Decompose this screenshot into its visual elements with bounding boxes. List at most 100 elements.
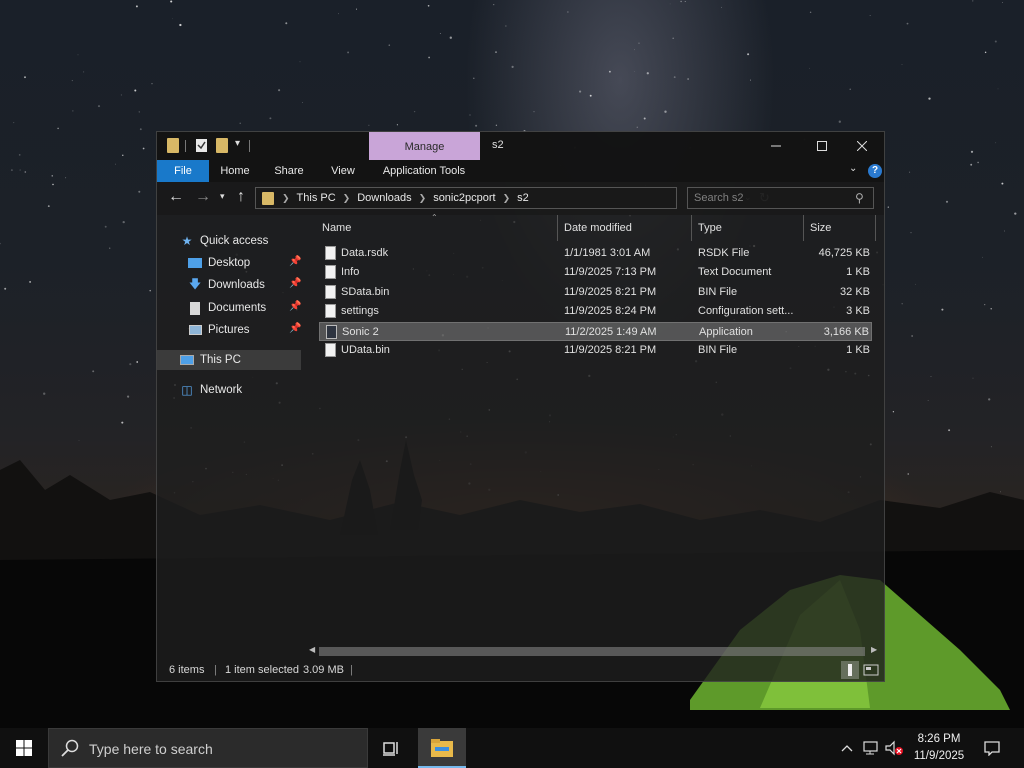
file-row-selected[interactable]: Sonic 2 11/2/2025 1:49 AM Application 3,… bbox=[319, 322, 872, 341]
file-icon bbox=[325, 343, 336, 357]
column-divider[interactable] bbox=[875, 215, 876, 241]
breadcrumb-this-pc[interactable]: This PC bbox=[297, 192, 336, 204]
column-divider[interactable] bbox=[557, 215, 558, 241]
file-row[interactable]: Data.rsdk 1/1/1981 3:01 AM RSDK File 46,… bbox=[319, 244, 872, 263]
up-arrow-icon[interactable]: ↑ bbox=[237, 188, 245, 206]
task-view-button[interactable] bbox=[370, 728, 414, 768]
pictures-icon bbox=[187, 323, 203, 337]
close-icon bbox=[857, 141, 867, 151]
minimize-button[interactable] bbox=[753, 132, 799, 160]
star bbox=[47, 205, 50, 208]
details-view-button[interactable] bbox=[841, 661, 859, 679]
star bbox=[24, 76, 26, 79]
large-icons-view-icon bbox=[863, 664, 879, 676]
system-clock[interactable]: 8:26 PM 11/9/2025 bbox=[906, 731, 972, 765]
search-box[interactable]: ⚲ bbox=[687, 187, 874, 209]
customize-qat-icon[interactable]: ▾ bbox=[235, 138, 240, 149]
start-button[interactable] bbox=[0, 728, 48, 768]
notifications-icon bbox=[984, 741, 1000, 756]
star bbox=[910, 231, 912, 234]
file-row[interactable]: settings 11/9/2025 8:24 PM Configuration… bbox=[319, 302, 872, 321]
taskbar-search-box[interactable]: Type here to search bbox=[48, 728, 368, 768]
file-row[interactable]: UData.bin 11/9/2025 8:21 PM BIN File 1 K… bbox=[319, 341, 872, 360]
scroll-left-icon[interactable]: ◀ bbox=[309, 645, 315, 654]
star bbox=[892, 411, 895, 413]
qat-separator bbox=[249, 140, 250, 152]
scrollbar-thumb[interactable] bbox=[319, 647, 865, 656]
star bbox=[589, 94, 592, 97]
volume-button[interactable] bbox=[883, 728, 905, 768]
column-header-size[interactable]: Size bbox=[805, 215, 875, 241]
horizontal-scrollbar[interactable]: ◀ ▶ bbox=[307, 644, 882, 658]
star bbox=[29, 280, 32, 283]
back-arrow-icon[interactable]: ← bbox=[168, 188, 184, 206]
tab-application-tools[interactable]: Application Tools bbox=[371, 160, 477, 182]
star bbox=[151, 83, 153, 85]
star bbox=[687, 78, 689, 80]
expand-ribbon-icon[interactable]: ⌄ bbox=[849, 163, 857, 174]
nav-item-desktop[interactable]: Desktop 📌 bbox=[157, 253, 301, 273]
nav-network[interactable]: ◫ Network bbox=[157, 380, 301, 400]
nav-item-documents[interactable]: Documents 📌 bbox=[157, 298, 301, 318]
scroll-right-icon[interactable]: ▶ bbox=[871, 645, 877, 654]
star bbox=[838, 120, 841, 123]
network-status-button[interactable] bbox=[860, 728, 882, 768]
star bbox=[92, 370, 95, 373]
star bbox=[138, 111, 141, 113]
tab-home[interactable]: Home bbox=[215, 160, 255, 182]
action-center-button[interactable] bbox=[978, 728, 1006, 768]
file-list: ⌃ Name Date modified Type Size Data.rsdk… bbox=[317, 213, 882, 645]
star bbox=[135, 5, 138, 8]
nav-quick-access[interactable]: ★ Quick access bbox=[157, 231, 301, 251]
star bbox=[129, 363, 132, 366]
tab-view[interactable]: View bbox=[323, 160, 363, 182]
properties-icon[interactable] bbox=[195, 138, 208, 156]
address-bar[interactable]: ❯ This PC ❯ Downloads ❯ sonic2pcport ❯ s… bbox=[255, 187, 770, 209]
clock-date: 11/9/2025 bbox=[913, 750, 965, 762]
status-bar: 6 items | 1 item selected 3.09 MB | bbox=[157, 660, 884, 681]
star bbox=[278, 89, 281, 92]
show-hidden-icons-button[interactable] bbox=[836, 728, 858, 768]
file-row[interactable]: Info 11/9/2025 7:13 PM Text Document 1 K… bbox=[319, 263, 872, 282]
star bbox=[970, 150, 974, 153]
new-folder-icon[interactable] bbox=[216, 138, 228, 153]
window-title: s2 bbox=[492, 139, 504, 151]
breadcrumb-s2[interactable]: s2 bbox=[517, 192, 529, 204]
nav-item-downloads[interactable]: 🡇 Downloads 📌 bbox=[157, 275, 302, 295]
forward-arrow-icon[interactable]: → bbox=[195, 188, 211, 206]
recent-locations-icon[interactable]: ▾ bbox=[220, 191, 225, 202]
close-button[interactable] bbox=[839, 132, 885, 160]
nav-item-pictures[interactable]: Pictures 📌 bbox=[157, 320, 301, 340]
large-icons-view-button[interactable] bbox=[862, 661, 880, 679]
file-type: Configuration sett... bbox=[698, 305, 794, 317]
nav-label: This PC bbox=[200, 354, 241, 366]
star bbox=[172, 18, 174, 20]
column-header-name[interactable]: Name bbox=[317, 215, 557, 241]
star bbox=[413, 110, 416, 113]
column-divider[interactable] bbox=[803, 215, 804, 241]
file-date: 11/2/2025 1:49 AM bbox=[565, 326, 657, 338]
file-icon bbox=[325, 285, 336, 299]
star bbox=[134, 89, 137, 92]
column-header-date-modified[interactable]: Date modified bbox=[559, 215, 691, 241]
nav-this-pc[interactable]: This PC bbox=[157, 350, 301, 370]
column-divider[interactable] bbox=[691, 215, 692, 241]
breadcrumb-downloads[interactable]: Downloads bbox=[357, 192, 411, 204]
star bbox=[57, 127, 59, 130]
tab-share[interactable]: Share bbox=[269, 160, 309, 182]
column-header-type[interactable]: Type bbox=[693, 215, 803, 241]
search-icon[interactable]: ⚲ bbox=[855, 191, 864, 205]
search-input[interactable] bbox=[694, 191, 844, 205]
star bbox=[428, 56, 430, 59]
file-row[interactable]: SData.bin 11/9/2025 8:21 PM BIN File 32 … bbox=[319, 283, 872, 302]
star bbox=[930, 376, 932, 378]
tab-file[interactable]: File bbox=[157, 160, 209, 182]
star bbox=[439, 33, 441, 34]
tab-manage[interactable]: Manage bbox=[369, 132, 480, 160]
star bbox=[995, 142, 997, 144]
file-explorer-taskbar-button[interactable] bbox=[418, 728, 466, 768]
star bbox=[269, 117, 272, 120]
help-button[interactable]: ? bbox=[868, 164, 882, 178]
star bbox=[120, 94, 122, 96]
breadcrumb-sonic2pcport[interactable]: sonic2pcport bbox=[433, 192, 495, 204]
